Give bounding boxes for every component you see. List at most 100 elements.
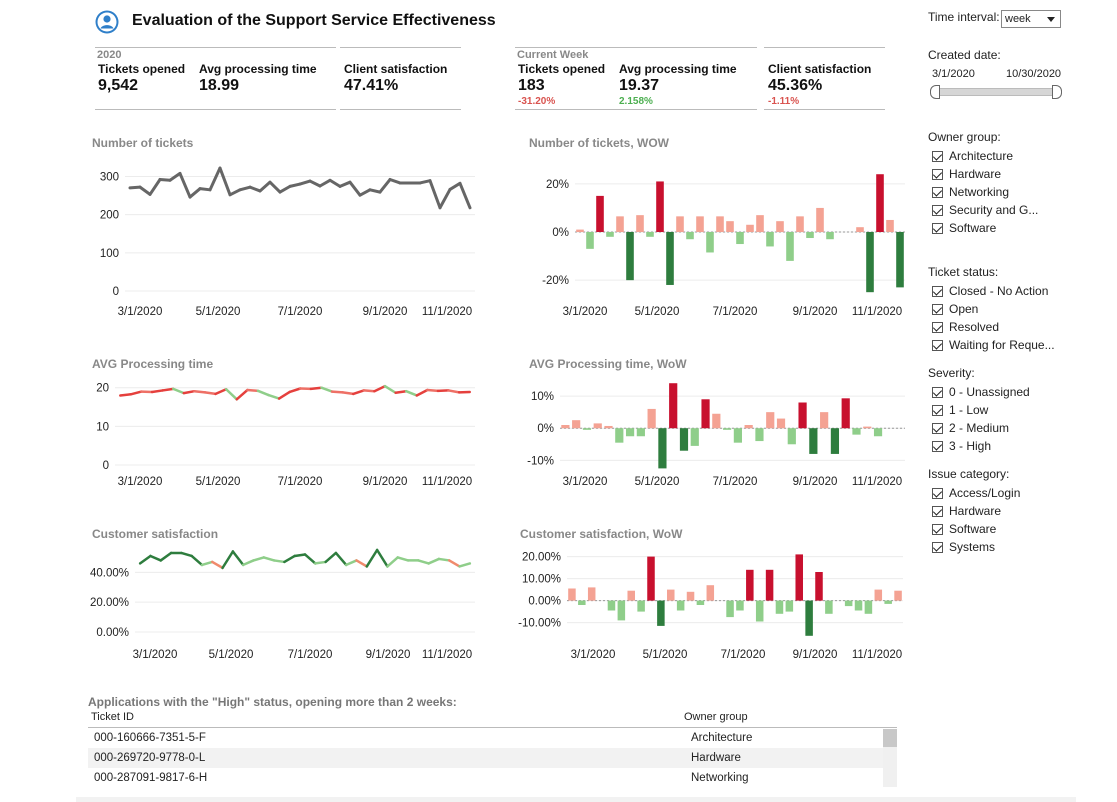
y-tick-label: 0%	[537, 423, 554, 435]
line-segment	[418, 179, 432, 185]
line-segment	[180, 551, 193, 558]
scrollbar-thumb[interactable]	[883, 729, 897, 747]
line-segment	[252, 556, 266, 562]
chart-title-satisfaction: Customer satisfaction	[92, 527, 219, 541]
table-row[interactable]: 000-287091-9817-6-H Networking	[88, 768, 897, 788]
bar	[636, 428, 645, 437]
line-segment	[355, 559, 369, 568]
time-interval-select[interactable]: week	[1001, 10, 1061, 28]
checkbox-checked-icon[interactable]	[932, 303, 943, 315]
bar	[637, 600, 645, 612]
line-segment	[159, 551, 173, 562]
line-segment	[338, 180, 352, 188]
option-label: Hardware	[949, 167, 1002, 181]
kpi-week-tickets-label: Tickets opened	[518, 62, 606, 76]
issue-category-option[interactable]: Software	[932, 520, 996, 538]
table-row[interactable]: 000-160666-7351-5-F Architecture	[88, 728, 897, 748]
checkbox-checked-icon[interactable]	[932, 523, 943, 535]
y-tick-label: 0	[113, 286, 119, 298]
bar	[786, 232, 794, 261]
bar	[795, 554, 803, 601]
kpi-week-period: Current Week	[517, 49, 589, 61]
checkbox-checked-icon[interactable]	[932, 487, 943, 499]
date-slider-end-handle[interactable]	[1052, 85, 1062, 99]
bar	[806, 232, 814, 239]
line-segment	[383, 384, 397, 394]
bar	[604, 425, 613, 429]
ticket-status-option[interactable]: Waiting for Reque...	[932, 336, 1055, 354]
checkbox-checked-icon[interactable]	[932, 339, 943, 351]
checkbox-checked-icon[interactable]	[932, 186, 943, 198]
bar	[787, 428, 796, 445]
chart-title-processing: AVG Processing time	[92, 357, 214, 371]
checkbox-checked-icon[interactable]	[932, 285, 943, 297]
checkbox-checked-icon[interactable]	[932, 404, 943, 416]
severity-label: Severity:	[928, 366, 975, 380]
chart-processing: 0 10 20 3/1/2020 5/1/2020 7/1/2020 9/1/2020 11/…	[96, 383, 475, 488]
x-tick-label: 9/1/2020	[793, 476, 838, 488]
kpi-year-period: 2020	[97, 49, 122, 61]
owner-group-option[interactable]: Security and G...	[932, 201, 1038, 219]
checkbox-checked-icon[interactable]	[932, 422, 943, 434]
checkbox-checked-icon[interactable]	[932, 204, 943, 216]
checkbox-checked-icon[interactable]	[932, 440, 943, 452]
owner-group-option[interactable]: Architecture	[932, 147, 1013, 165]
issue-category-option[interactable]: Access/Login	[932, 484, 1020, 502]
x-tick-label: 5/1/2020	[196, 306, 241, 318]
ticket-status-option[interactable]: Open	[932, 300, 978, 318]
chart-title-tickets: Number of tickets	[92, 136, 194, 150]
bar	[587, 587, 596, 601]
line-segment	[427, 557, 441, 565]
bar	[706, 585, 715, 601]
line-segment	[334, 551, 348, 567]
severity-option[interactable]: 1 - Low	[932, 401, 988, 419]
checkbox-checked-icon[interactable]	[932, 168, 943, 180]
bar	[755, 428, 764, 442]
checkbox-checked-icon[interactable]	[932, 222, 943, 234]
date-range-slider[interactable]	[934, 88, 1060, 96]
line-segment	[293, 553, 307, 558]
kpi-year-tickets-label: Tickets opened	[98, 62, 186, 76]
severity-option[interactable]: 0 - Unassigned	[932, 383, 1030, 401]
bar	[886, 219, 894, 232]
severity-option[interactable]: 3 - High	[932, 437, 991, 455]
x-tick-label: 9/1/2020	[793, 649, 838, 661]
line-segment	[303, 553, 317, 565]
ticket-status-option[interactable]: Closed - No Action	[932, 282, 1048, 300]
owner-group-option[interactable]: Hardware	[932, 165, 1001, 183]
line-segment	[288, 182, 302, 188]
line-segment	[198, 187, 212, 192]
line-segment	[214, 388, 228, 396]
bar	[658, 428, 667, 469]
severity-option[interactable]: 2 - Medium	[932, 419, 1009, 437]
table-scrollbar[interactable]	[883, 729, 897, 787]
bar	[825, 600, 833, 614]
checkbox-checked-icon[interactable]	[932, 321, 943, 333]
line-segment	[314, 560, 327, 565]
issue-category-option[interactable]: Systems	[932, 538, 995, 556]
bar	[874, 589, 883, 601]
line-segment	[368, 188, 382, 194]
issue-category-option[interactable]: Hardware	[932, 502, 1001, 520]
x-tick-label: 3/1/2020	[118, 476, 163, 488]
bar	[776, 418, 786, 429]
x-tick-label: 11/1/2020	[422, 649, 472, 661]
kpi-year-sat-label: Client satisfaction	[344, 62, 448, 76]
checkbox-checked-icon[interactable]	[932, 386, 943, 398]
bar	[696, 600, 705, 605]
option-label: Networking	[949, 185, 1010, 199]
table-row[interactable]: 000-269720-9778-0-L Hardware	[88, 748, 897, 768]
y-tick-label: 100	[100, 248, 119, 260]
owner-group-cell: Architecture	[691, 732, 753, 744]
checkbox-checked-icon[interactable]	[932, 150, 943, 162]
line-segment	[262, 556, 276, 562]
checkbox-checked-icon[interactable]	[932, 505, 943, 517]
owner-group-option[interactable]: Software	[932, 219, 996, 237]
bar	[701, 399, 710, 429]
checkbox-checked-icon[interactable]	[932, 541, 943, 553]
option-label: Software	[949, 221, 997, 235]
owner-group-option[interactable]: Networking	[932, 183, 1009, 201]
bar	[766, 232, 774, 247]
date-slider-start-handle[interactable]	[930, 85, 940, 99]
ticket-status-option[interactable]: Resolved	[932, 318, 999, 336]
